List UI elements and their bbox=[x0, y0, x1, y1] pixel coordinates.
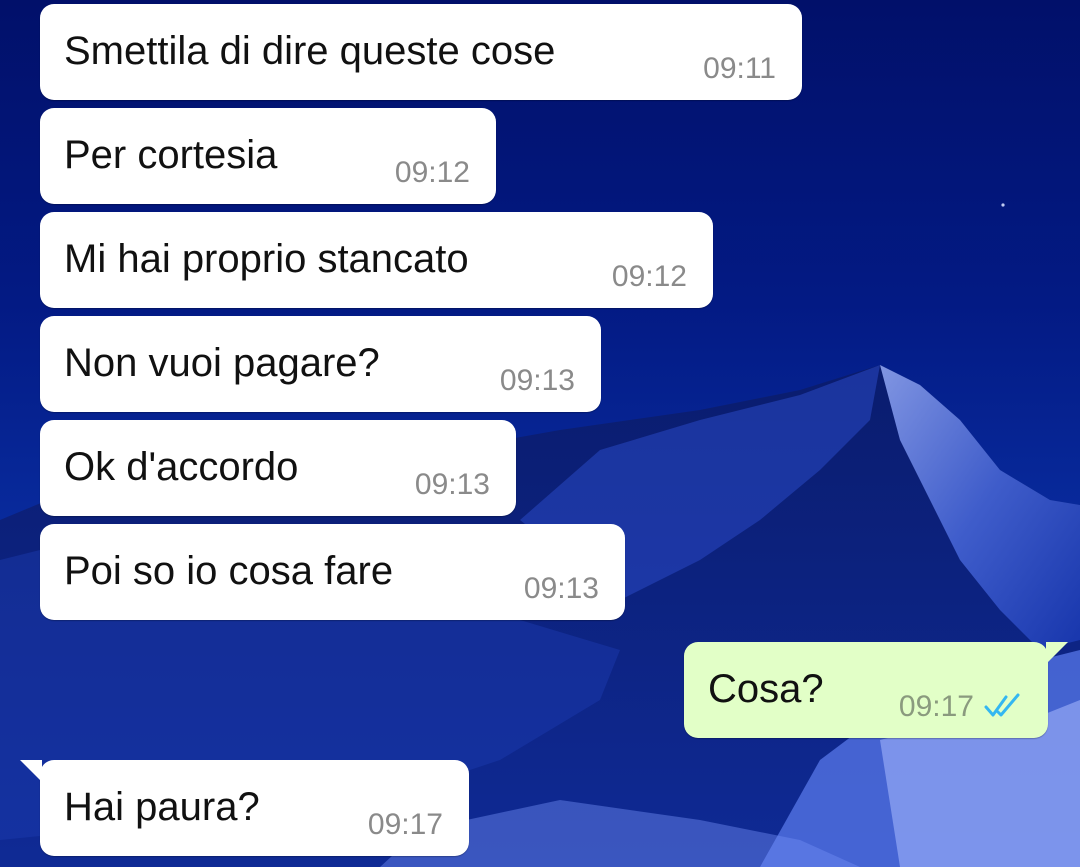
message-text: Per cortesia bbox=[64, 133, 278, 177]
message-timestamp: 09:13 bbox=[523, 572, 599, 605]
message-text: Hai paura? bbox=[64, 785, 260, 829]
message-timestamp: 09:13 bbox=[414, 468, 490, 501]
bubble-tail bbox=[20, 760, 42, 782]
message-bubble-incoming[interactable]: Smettila di dire queste cose 09:11 bbox=[40, 4, 802, 100]
message-bubble-incoming[interactable]: Mi hai proprio stancato 09:12 bbox=[40, 212, 713, 308]
message-bubble-incoming[interactable]: Ok d'accordo 09:13 bbox=[40, 420, 516, 516]
double-check-read-icon bbox=[984, 693, 1020, 717]
message-bubble-incoming[interactable]: Hai paura? 09:17 bbox=[20, 760, 469, 856]
message-text: Smettila di dire queste cose bbox=[64, 29, 556, 73]
message-bubble-incoming[interactable]: Poi so io cosa fare 09:13 bbox=[40, 524, 625, 620]
message-timestamp: 09:12 bbox=[611, 260, 687, 293]
bubble-tail bbox=[1046, 642, 1068, 664]
message-timestamp: 09:11 bbox=[703, 52, 776, 85]
message-text: Ok d'accordo bbox=[64, 445, 299, 489]
message-timestamp: 09:17 bbox=[898, 690, 974, 723]
message-text: Mi hai proprio stancato bbox=[64, 237, 469, 281]
message-timestamp: 09:13 bbox=[499, 364, 575, 397]
message-bubble-outgoing[interactable]: Cosa? 09:17 bbox=[684, 642, 1068, 738]
message-text: Poi so io cosa fare bbox=[64, 549, 394, 593]
message-timestamp: 09:12 bbox=[394, 156, 470, 189]
message-bubble-incoming[interactable]: Per cortesia 09:12 bbox=[40, 108, 496, 204]
message-text: Cosa? bbox=[708, 667, 824, 711]
message-timestamp: 09:17 bbox=[367, 808, 443, 841]
message-text: Non vuoi pagare? bbox=[64, 341, 380, 385]
message-bubble-incoming[interactable]: Non vuoi pagare? 09:13 bbox=[40, 316, 601, 412]
